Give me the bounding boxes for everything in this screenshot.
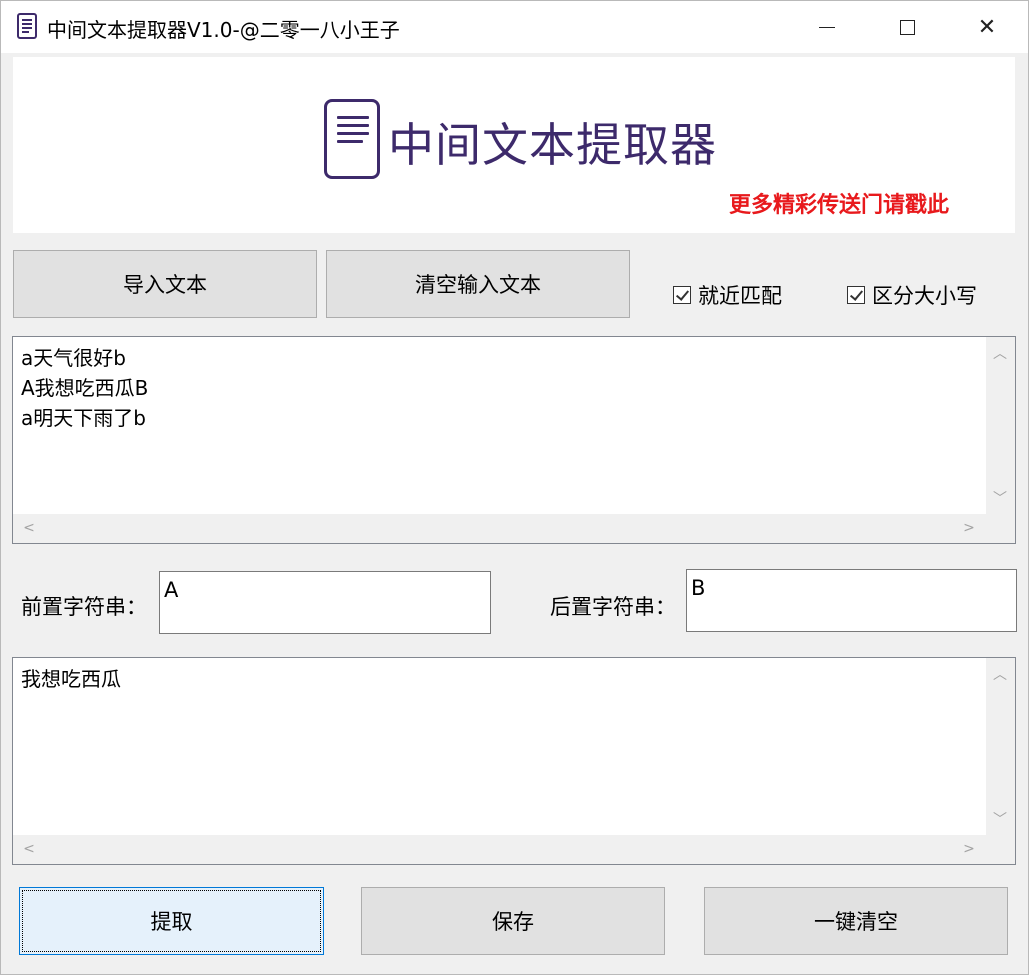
extract-button[interactable]: 提取 xyxy=(19,887,324,955)
close-icon: ✕ xyxy=(977,14,997,40)
output-text-content: 我想吃西瓜 xyxy=(21,664,121,694)
input-line: a天气很好b xyxy=(21,346,126,370)
vertical-scrollbar[interactable]: ︿ ﹀ xyxy=(986,337,1015,514)
input-line: a明天下雨了b xyxy=(21,406,146,430)
prefix-label: 前置字符串： xyxy=(21,595,147,619)
suffix-input[interactable]: B xyxy=(686,569,1017,632)
scroll-up-icon[interactable]: ︿ xyxy=(990,664,1010,684)
minimize-icon xyxy=(819,26,835,28)
save-button[interactable]: 保存 xyxy=(361,887,665,955)
title-bar: 中间文本提取器V1.0-@二零一八小王子 ✕ xyxy=(1,1,1028,53)
checkbox-checked-icon xyxy=(673,286,691,304)
clear-input-button[interactable]: 清空输入文本 xyxy=(326,250,630,318)
maximize-icon xyxy=(899,19,915,35)
suffix-label: 后置字符串： xyxy=(550,595,676,619)
promo-link[interactable]: 更多精彩传送门请戳此 xyxy=(729,187,949,219)
case-sensitive-checkbox[interactable]: 区分大小写 xyxy=(847,280,977,310)
scroll-left-icon[interactable]: < xyxy=(19,841,39,857)
checkbox-checked-icon xyxy=(847,286,865,304)
scroll-right-icon[interactable]: > xyxy=(959,841,979,857)
scroll-left-icon[interactable]: < xyxy=(19,520,39,536)
prefix-input[interactable]: A xyxy=(159,571,491,634)
app-window: 中间文本提取器V1.0-@二零一八小王子 ✕ 中间文本提取器 更多精彩传送门请戳… xyxy=(0,0,1029,975)
input-text-content: a天气很好b A我想吃西瓜B a明天下雨了b xyxy=(21,343,148,433)
logo-text: 中间文本提取器 xyxy=(388,118,717,172)
window-title: 中间文本提取器V1.0-@二零一八小王子 xyxy=(47,18,400,42)
input-textarea[interactable]: a天气很好b A我想吃西瓜B a明天下雨了b ︿ ﹀ < > xyxy=(12,336,1016,544)
scroll-right-icon[interactable]: > xyxy=(959,520,979,536)
input-line: A我想吃西瓜B xyxy=(21,376,149,400)
banner: 中间文本提取器 更多精彩传送门请戳此 xyxy=(13,57,1015,233)
vertical-scrollbar[interactable]: ︿ ﹀ xyxy=(986,658,1015,835)
case-sensitive-label: 区分大小写 xyxy=(872,284,977,308)
scroll-up-icon[interactable]: ︿ xyxy=(990,343,1010,363)
nearest-match-label: 就近匹配 xyxy=(698,284,782,308)
output-textarea[interactable]: 我想吃西瓜 ︿ ﹀ < > xyxy=(12,657,1016,865)
scroll-down-icon[interactable]: ﹀ xyxy=(990,809,1010,829)
document-logo-icon xyxy=(324,99,380,179)
minimize-button[interactable] xyxy=(787,1,867,53)
import-text-button[interactable]: 导入文本 xyxy=(13,250,317,318)
nearest-match-checkbox[interactable]: 就近匹配 xyxy=(673,280,782,310)
clear-all-button[interactable]: 一键清空 xyxy=(704,887,1008,955)
close-button[interactable]: ✕ xyxy=(947,1,1027,53)
horizontal-scrollbar[interactable]: < > xyxy=(13,514,1015,543)
maximize-button[interactable] xyxy=(867,1,947,53)
output-line: 我想吃西瓜 xyxy=(21,667,121,691)
horizontal-scrollbar[interactable]: < > xyxy=(13,835,1015,864)
scroll-down-icon[interactable]: ﹀ xyxy=(990,488,1010,508)
document-icon xyxy=(17,13,37,39)
